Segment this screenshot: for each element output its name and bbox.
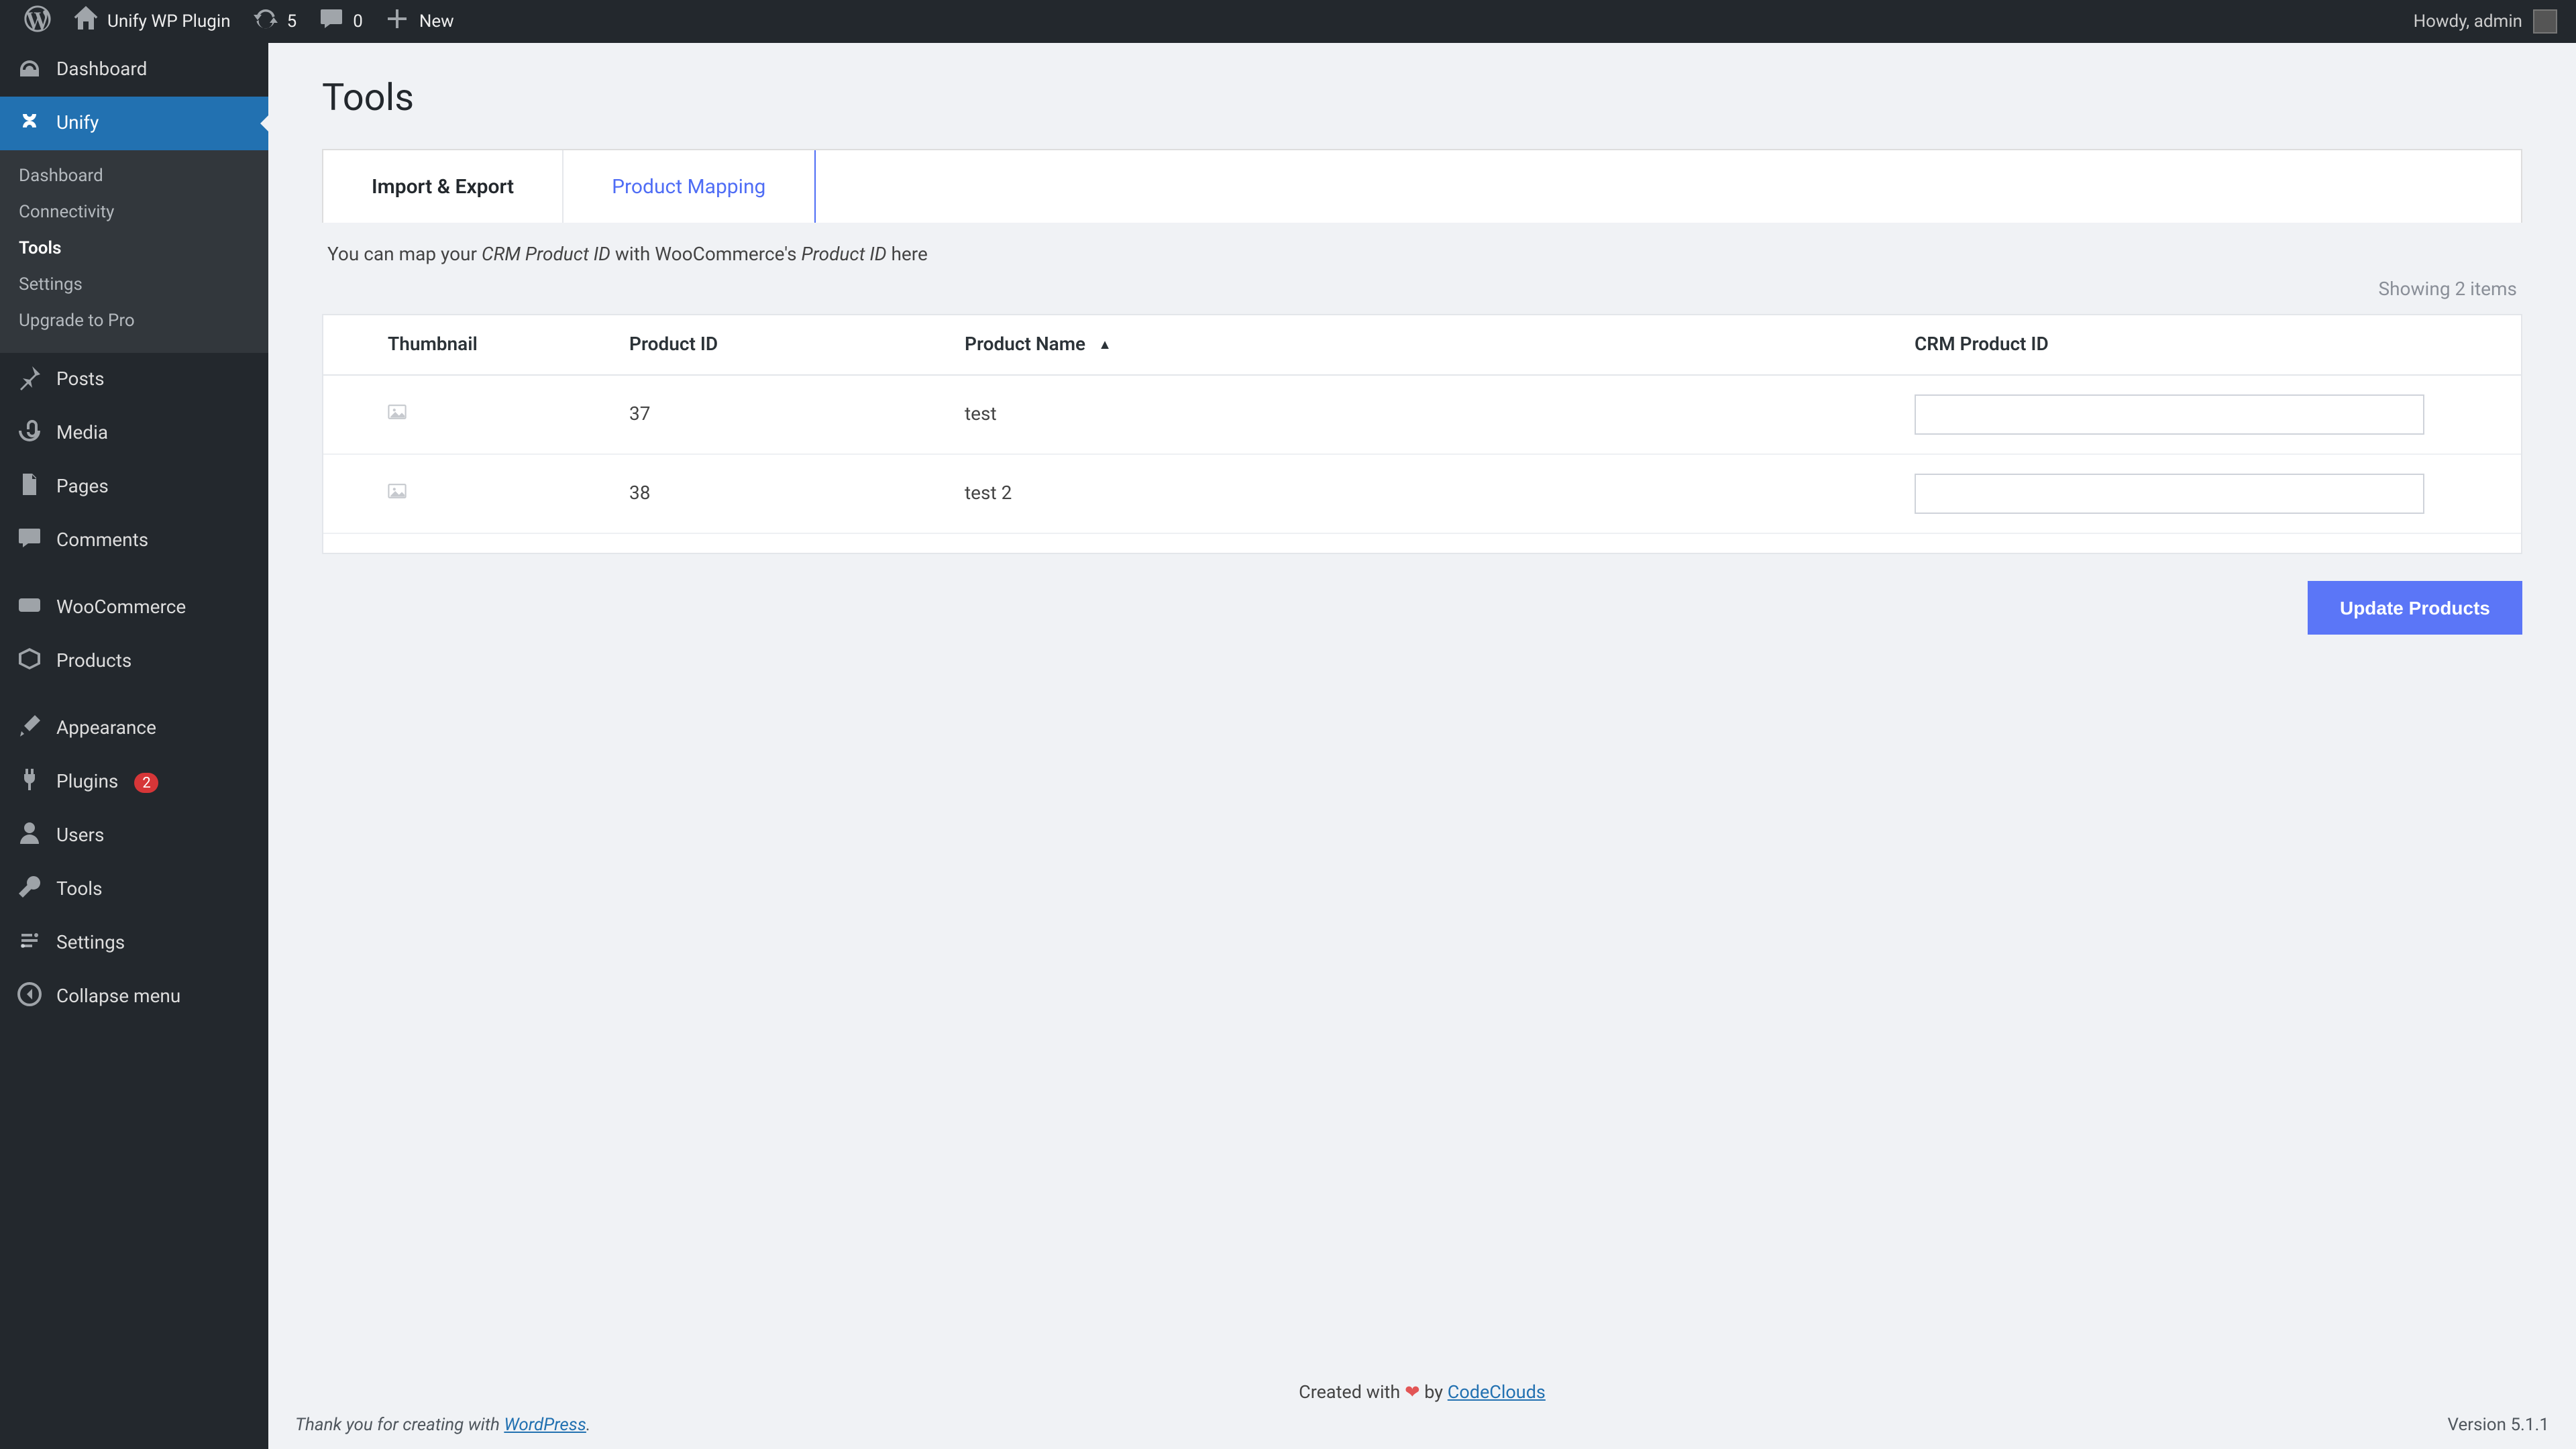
image-placeholder-icon: [388, 402, 407, 421]
sidebar-item-products[interactable]: Products: [0, 635, 268, 688]
wp-logo[interactable]: [13, 0, 62, 43]
crm-product-id-input[interactable]: [1915, 474, 2424, 514]
brush-icon: [16, 712, 43, 745]
col-product-name[interactable]: Product Name ▲: [941, 315, 1890, 375]
cell-product-id: 37: [605, 375, 941, 454]
update-products-button[interactable]: Update Products: [2308, 581, 2522, 635]
sidebar-item-label: Posts: [56, 369, 105, 390]
new-link[interactable]: New: [374, 0, 465, 43]
wrench-icon: [16, 873, 43, 906]
site-name: Unify WP Plugin: [107, 11, 231, 32]
submenu-item-settings[interactable]: Settings: [0, 267, 268, 303]
showing-count: Showing 2 items: [322, 279, 2522, 314]
submenu-item-upgrade[interactable]: Upgrade to Pro: [0, 303, 268, 339]
admin-sidebar: Dashboard Unify Dashboard Connectivity T…: [0, 43, 268, 1449]
sidebar-item-collapse[interactable]: Collapse menu: [0, 970, 268, 1024]
credit-bar: Created with ❤ by CodeClouds: [268, 1382, 2576, 1403]
submenu-item-connectivity[interactable]: Connectivity: [0, 195, 268, 231]
sidebar-item-dashboard[interactable]: Dashboard: [0, 43, 268, 97]
sidebar-item-tools[interactable]: Tools: [0, 863, 268, 916]
cell-product-name: test 2: [941, 454, 1890, 533]
sort-asc-icon: ▲: [1098, 338, 1112, 353]
sidebar-item-label: Comments: [56, 530, 148, 551]
submenu-item-tools[interactable]: Tools: [0, 231, 268, 267]
plug-icon: [16, 766, 43, 798]
woocommerce-icon: [16, 592, 43, 624]
media-icon: [16, 417, 43, 449]
product-mapping-table-card: Thumbnail Product ID Product Name ▲ CRM …: [322, 314, 2522, 554]
version-label: Version 5.1.1: [2447, 1415, 2549, 1436]
tabs: Import & Export Product Mapping: [322, 149, 2522, 223]
submenu-item-dashboard[interactable]: Dashboard: [0, 158, 268, 195]
sidebar-item-plugins[interactable]: Plugins 2: [0, 755, 268, 809]
updates-link[interactable]: 5: [241, 0, 308, 43]
new-label: New: [419, 11, 454, 32]
wordpress-link[interactable]: WordPress: [504, 1415, 586, 1436]
sidebar-item-label: WooCommerce: [56, 597, 186, 619]
sidebar-item-label: Pages: [56, 476, 109, 498]
sidebar-item-label: Media: [56, 423, 108, 444]
sidebar-item-woocommerce[interactable]: WooCommerce: [0, 581, 268, 635]
account-menu[interactable]: Howdy, admin: [2414, 9, 2563, 34]
page-title: Tools: [322, 70, 2522, 119]
sidebar-item-label: Tools: [56, 879, 103, 900]
table-row: 38 test 2: [323, 454, 2521, 533]
tab-product-mapping[interactable]: Product Mapping: [564, 150, 815, 223]
products-icon: [16, 645, 43, 678]
avatar: [2533, 9, 2557, 34]
sidebar-item-label: Products: [56, 651, 131, 672]
table-row: 37 test: [323, 375, 2521, 454]
sidebar-item-label: Settings: [56, 932, 125, 954]
cell-product-name: test: [941, 375, 1890, 454]
image-placeholder-icon: [388, 482, 407, 500]
cell-product-id: 38: [605, 454, 941, 533]
comments-count: 0: [353, 11, 363, 32]
sidebar-item-users[interactable]: Users: [0, 809, 268, 863]
updates-count: 5: [287, 11, 297, 32]
tab-import-export[interactable]: Import & Export: [323, 150, 564, 223]
update-icon: [252, 5, 279, 38]
sidebar-item-label: Users: [56, 825, 104, 847]
content-area: Tools Import & Export Product Mapping Yo…: [268, 43, 2576, 1449]
settings-icon: [16, 927, 43, 959]
home-icon: [72, 5, 99, 38]
sidebar-item-settings[interactable]: Settings: [0, 916, 268, 970]
comments-link[interactable]: 0: [307, 0, 374, 43]
sidebar-item-label: Unify: [56, 113, 99, 134]
sidebar-item-pages[interactable]: Pages: [0, 460, 268, 514]
plus-icon: [384, 5, 411, 38]
plugins-badge: 2: [134, 772, 158, 792]
sidebar-item-label: Appearance: [56, 718, 156, 739]
sidebar-item-appearance[interactable]: Appearance: [0, 702, 268, 755]
comment-icon: [318, 5, 345, 38]
product-mapping-table: Thumbnail Product ID Product Name ▲ CRM …: [323, 315, 2521, 534]
site-link[interactable]: Unify WP Plugin: [62, 0, 241, 43]
col-crm-product-id[interactable]: CRM Product ID: [1890, 315, 2521, 375]
pin-icon: [16, 364, 43, 396]
collapse-icon: [16, 981, 43, 1013]
sidebar-item-label: Plugins: [56, 771, 118, 793]
codeclouds-link[interactable]: CodeClouds: [1448, 1382, 1546, 1403]
sidebar-item-comments[interactable]: Comments: [0, 514, 268, 568]
dashboard-icon: [16, 54, 43, 86]
col-product-id[interactable]: Product ID: [605, 315, 941, 375]
greeting: Howdy, admin: [2414, 11, 2522, 32]
crm-product-id-input[interactable]: [1915, 394, 2424, 435]
sidebar-item-label: Collapse menu: [56, 986, 180, 1008]
wordpress-icon: [24, 5, 51, 38]
sidebar-item-label: Dashboard: [56, 59, 147, 80]
description-text: You can map your CRM Product ID with Woo…: [322, 223, 2522, 279]
sidebar-submenu: Dashboard Connectivity Tools Settings Up…: [0, 150, 268, 353]
sidebar-item-posts[interactable]: Posts: [0, 353, 268, 407]
comment-icon: [16, 525, 43, 557]
user-icon: [16, 820, 43, 852]
admin-topbar: Unify WP Plugin 5 0 New: [0, 0, 2576, 43]
unify-icon: [16, 107, 43, 140]
wp-footer: Thank you for creating with WordPress. V…: [268, 1405, 2576, 1449]
page-icon: [16, 471, 43, 503]
heart-icon: ❤: [1405, 1382, 1420, 1403]
col-thumbnail[interactable]: Thumbnail: [323, 315, 605, 375]
sidebar-item-unify[interactable]: Unify: [0, 97, 268, 150]
sidebar-item-media[interactable]: Media: [0, 407, 268, 460]
